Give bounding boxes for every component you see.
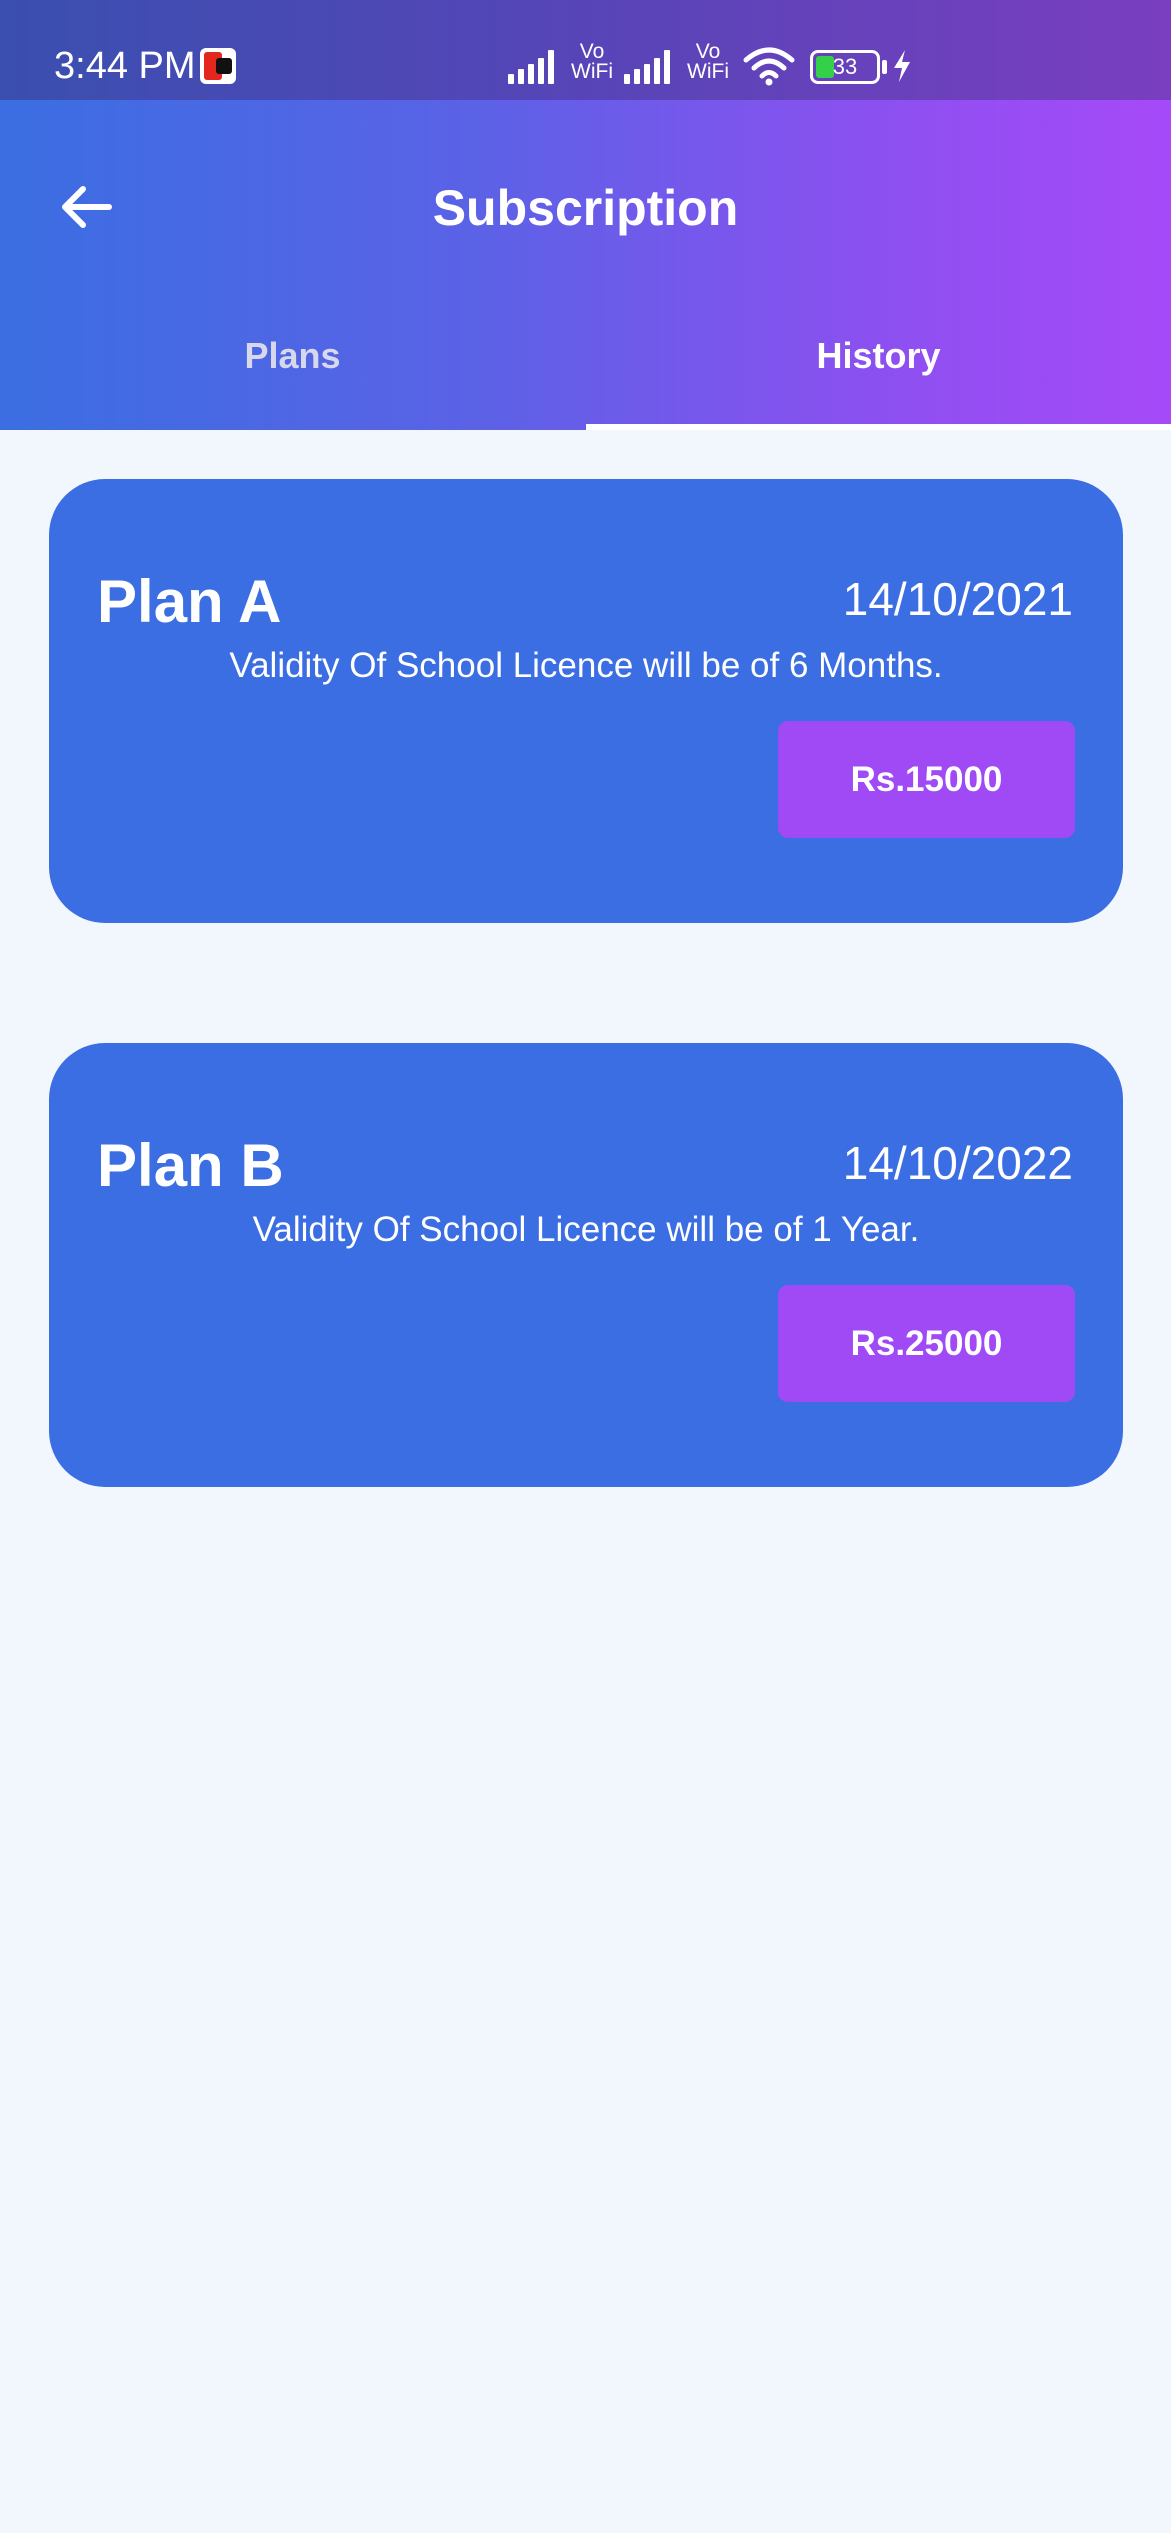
battery-level: 33 — [832, 54, 858, 79]
vowifi-label: Vo WiFi — [571, 40, 613, 83]
plan-card[interactable]: Plan B 14/10/2022 Validity Of School Lic… — [49, 1043, 1123, 1487]
signal-icon — [624, 50, 678, 84]
plan-name: Plan A — [97, 568, 282, 635]
page-title: Subscription — [432, 180, 739, 236]
plan-name: Plan B — [97, 1132, 284, 1199]
plan-description: Validity Of School Licence will be of 6 … — [229, 646, 943, 685]
tab-plans[interactable]: Plans — [0, 334, 585, 378]
status-time: 3:44 PM — [54, 45, 196, 87]
price-button[interactable]: Rs.25000 — [778, 1285, 1075, 1402]
signal-icon — [508, 50, 562, 84]
charging-icon — [894, 50, 910, 82]
plan-date: 14/10/2021 — [842, 573, 1073, 625]
tab-indicator — [586, 424, 1171, 430]
battery-icon: 33 — [810, 50, 880, 84]
app-notification-icon — [200, 48, 236, 84]
wifi-icon — [743, 47, 795, 86]
vowifi-label: Vo WiFi — [687, 40, 729, 83]
status-bar: 3:44 PM Vo WiFi Vo WiFi 33 — [0, 0, 1171, 100]
price-button[interactable]: Rs.15000 — [778, 721, 1075, 838]
app-bar: Subscription Plans History — [0, 100, 1171, 430]
plan-description: Validity Of School Licence will be of 1 … — [252, 1210, 920, 1249]
tab-history[interactable]: History — [586, 334, 1171, 378]
plan-date: 14/10/2022 — [842, 1137, 1073, 1189]
plan-card[interactable]: Plan A 14/10/2021 Validity Of School Lic… — [49, 479, 1123, 923]
